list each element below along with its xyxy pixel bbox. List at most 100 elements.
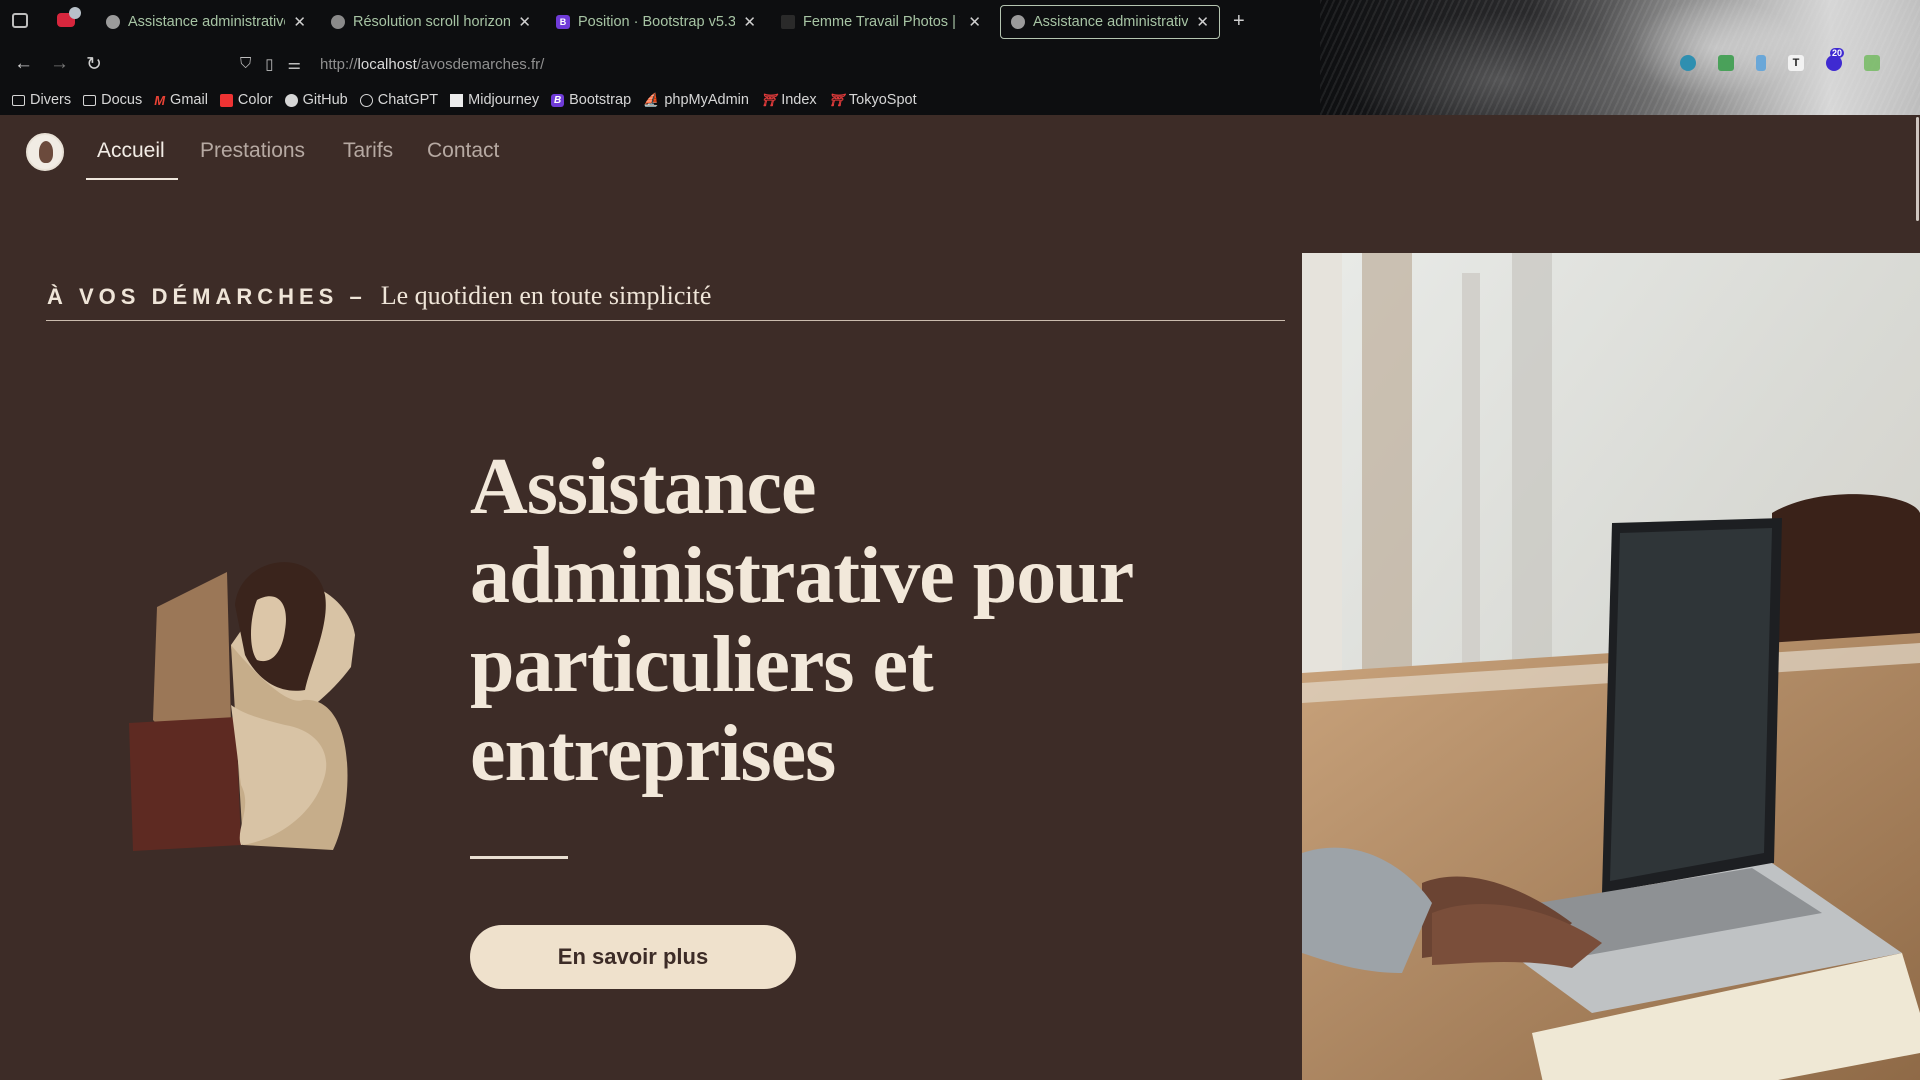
translate-icon[interactable]: T (1788, 55, 1804, 71)
bookmark-label: Docus (101, 92, 143, 108)
extension-badge-icon[interactable]: 20 (1826, 48, 1845, 71)
site-favicon-icon (106, 15, 120, 29)
woman-illustration (129, 562, 355, 851)
en-savoir-plus-button[interactable]: En savoir plus (470, 925, 796, 989)
permissions-icon[interactable]: ⚌ (288, 55, 301, 73)
bookmarks-bar: Divers Docus M Gmail Color GitHub ChatGPT… (12, 89, 917, 111)
bookmark-label: Color (237, 92, 273, 108)
bookmark-bootstrap[interactable]: B Bootstrap (551, 89, 631, 111)
bookmark-label: Bootstrap (569, 92, 632, 108)
new-tab-plus-icon[interactable]: + (1233, 10, 1245, 33)
laptop-photo-artwork (1302, 253, 1920, 1080)
scrollbar-thumb[interactable] (1916, 117, 1919, 221)
bookmark-chatgpt[interactable]: ChatGPT (359, 89, 439, 111)
gmail-icon: M (154, 92, 166, 108)
bootstrap-icon: B (551, 93, 565, 107)
photo-site-favicon-icon (781, 15, 795, 29)
url-security-icons: ⛉ ▯ ⚌ (240, 55, 301, 73)
shield-icon[interactable]: ⛉ (240, 55, 251, 73)
tab-label: Résolution scroll horizont (353, 14, 511, 30)
tab-label: Assistance administrative (1033, 14, 1189, 30)
site-favicon-icon (1011, 15, 1025, 29)
bookmark-label: Index (781, 92, 817, 108)
bookmark-tokyospot[interactable]: ⛩ TokyoSpot (829, 89, 917, 111)
extension-blue-icon[interactable] (1680, 55, 1696, 71)
active-nav-underline (86, 178, 178, 180)
extension-icons: T 20 (1680, 48, 1880, 71)
tab-femme-travail-photos[interactable]: Femme Travail Photos | T ✕ (771, 5, 991, 39)
back-arrow-icon[interactable]: ← (14, 53, 33, 75)
phpmyadmin-icon: ⛵ (643, 92, 660, 107)
hero-title-line: Assistance (470, 443, 817, 531)
forward-arrow-icon[interactable]: → (50, 53, 69, 75)
youtube-pinned-tab-icon[interactable] (57, 7, 81, 27)
color-icon (219, 93, 233, 107)
site-navbar: Accueil Prestations Tarifs Contact (0, 115, 1280, 185)
tab-assistance-active[interactable]: Assistance administrative ✕ (1000, 5, 1220, 39)
bookmark-label: phpMyAdmin (664, 92, 749, 108)
chatgpt-favicon-icon (331, 15, 345, 29)
menu-icon[interactable] (1864, 55, 1880, 71)
hero-title-line: entreprises (470, 710, 836, 798)
tagline-divider (46, 320, 1285, 321)
bookmark-divers[interactable]: Divers (12, 89, 71, 111)
nav-link-accueil[interactable]: Accueil (97, 139, 165, 163)
hero-title-line: administrative pour (470, 532, 1134, 620)
tagline: À VOS DÉMARCHES – Le quotidien en toute … (47, 281, 711, 311)
brand-name: À VOS DÉMARCHES – (47, 284, 367, 309)
hero-photo-woman-laptop (1302, 253, 1920, 1080)
hero-divider (470, 856, 568, 859)
nav-link-prestations[interactable]: Prestations (200, 139, 305, 163)
extension-badge-count: 20 (1830, 48, 1845, 58)
bookmark-phpmyadmin[interactable]: ⛵ phpMyAdmin (643, 89, 749, 111)
bookmark-github[interactable]: GitHub (284, 89, 348, 111)
url-path: /avosdemarches.fr/ (416, 56, 545, 73)
bookmark-label: Gmail (170, 92, 208, 108)
hero-title-line: particuliers et (470, 621, 934, 709)
torii-icon: ⛩ (760, 93, 777, 107)
tab-assistance-1[interactable]: Assistance administrative ✕ (96, 5, 316, 39)
reload-icon[interactable]: ↻ (86, 53, 102, 76)
navigation-toolbar: ← → ↻ ⛉ ▯ ⚌ http://localhost/avosdemarch… (0, 46, 1920, 84)
midjourney-icon (450, 93, 464, 107)
torii-icon: ⛩ (828, 93, 844, 107)
brand-subtitle: Le quotidien en toute simplicité (380, 281, 712, 310)
bookmark-midjourney[interactable]: Midjourney (450, 89, 539, 111)
github-icon (284, 93, 298, 107)
hero-title: Assistance administrative pour particuli… (470, 443, 1150, 799)
url-field[interactable]: http://localhost/avosdemarches.fr/ (320, 56, 544, 73)
eyedropper-icon[interactable] (1756, 55, 1766, 71)
tab-bar: Assistance administrative ✕ Résolution s… (0, 0, 1920, 44)
folder-icon (83, 94, 97, 106)
url-host: localhost (357, 56, 417, 73)
nav-link-contact[interactable]: Contact (427, 139, 499, 163)
nav-link-tarifs[interactable]: Tarifs (343, 139, 393, 163)
close-tab-icon[interactable]: ✕ (1196, 13, 1209, 31)
web-page: Accueil Prestations Tarifs Contact À VOS… (0, 115, 1920, 1080)
bookmark-label: Divers (30, 92, 72, 108)
tab-list-icon[interactable] (12, 13, 28, 28)
browser-chrome: Assistance administrative ✕ Résolution s… (0, 0, 1920, 115)
extension-green-icon[interactable] (1718, 55, 1734, 71)
url-scheme: http:// (320, 56, 358, 73)
close-tab-icon[interactable]: ✕ (518, 13, 531, 31)
bookmark-label: Midjourney (468, 92, 540, 108)
site-logo[interactable] (26, 133, 64, 171)
tab-label: Position · Bootstrap v5.3 (578, 14, 736, 30)
close-tab-icon[interactable]: ✕ (968, 13, 981, 31)
tab-resolution-scroll[interactable]: Résolution scroll horizont ✕ (321, 5, 541, 39)
tab-position-bootstrap[interactable]: B Position · Bootstrap v5.3 ✕ (546, 5, 766, 39)
close-tab-icon[interactable]: ✕ (743, 13, 756, 31)
page-icon[interactable]: ▯ (265, 55, 273, 73)
tab-label: Assistance administrative (128, 14, 286, 30)
bookmark-label: ChatGPT (377, 92, 439, 108)
bookmark-index[interactable]: ⛩ Index (761, 89, 817, 111)
folder-icon (12, 94, 25, 106)
chatgpt-icon (359, 93, 373, 107)
bookmark-docus[interactable]: Docus (83, 89, 142, 111)
close-tab-icon[interactable]: ✕ (293, 13, 306, 31)
bookmark-color[interactable]: Color (219, 89, 273, 111)
tab-label: Femme Travail Photos | T (803, 14, 961, 30)
bootstrap-favicon-icon: B (556, 15, 570, 29)
bookmark-gmail[interactable]: M Gmail (154, 89, 208, 111)
